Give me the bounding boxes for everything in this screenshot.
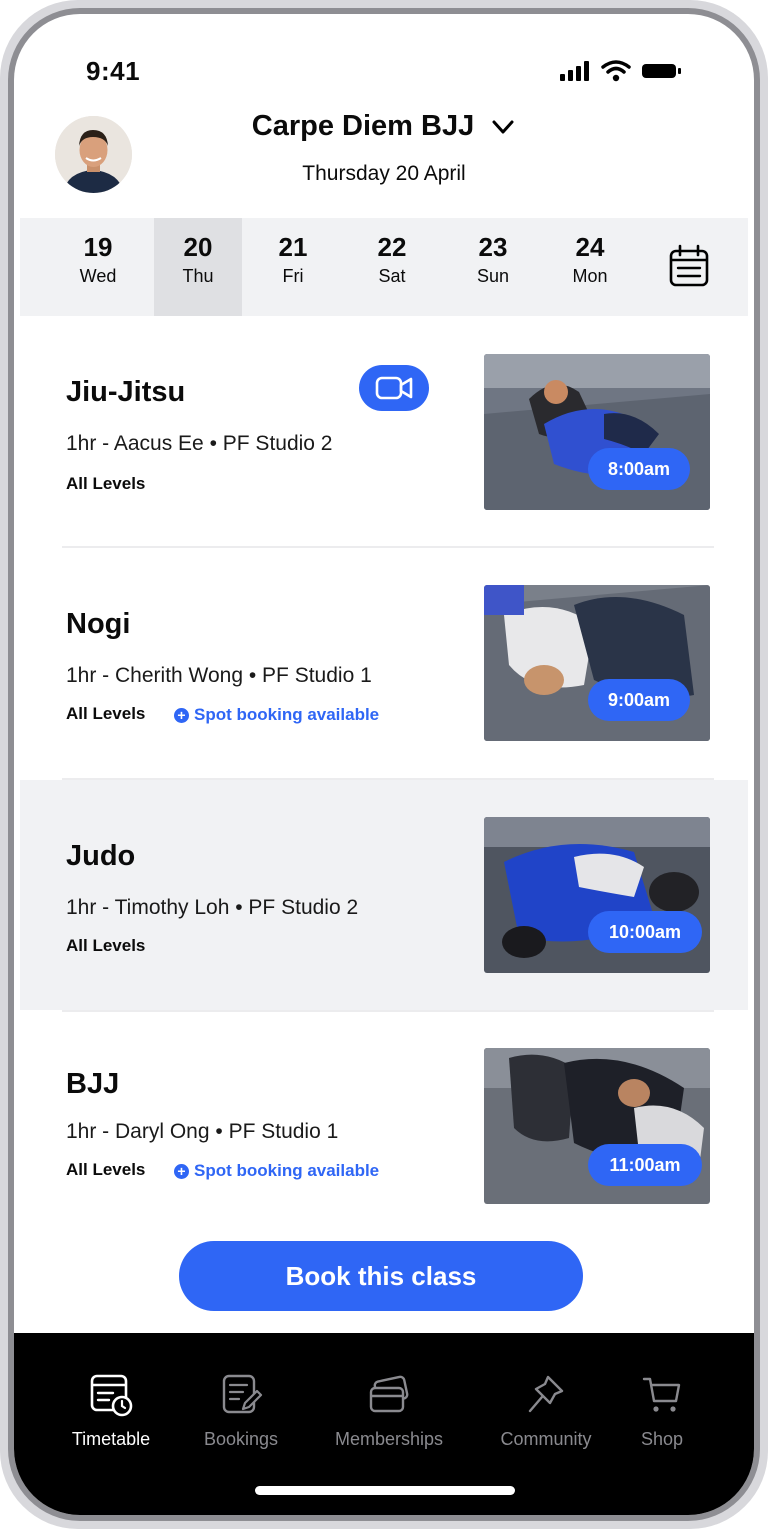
day-23[interactable]: 23 Sun [449,218,537,316]
class-level: All Levels [66,704,146,723]
memberships-icon [369,1375,409,1413]
day-19[interactable]: 19 Wed [54,218,142,316]
plus-circle-icon: + [174,707,189,723]
class-photo: 11:00am [484,1048,710,1204]
class-row-jiu-jitsu[interactable]: Jiu-Jitsu 1hr - Aacus Ee • PF Studio 2 A… [20,316,748,546]
home-indicator[interactable] [255,1486,515,1495]
class-name: Jiu-Jitsu [66,376,186,408]
nav-label: Community [500,1429,592,1449]
battery-icon [642,64,681,78]
day-number: 22 [377,232,407,262]
class-time-pill: 9:00am [588,679,690,721]
date-strip: 19 Wed 20 Thu 21 Fri 22 Sat 23 Sun 24 Mo… [20,218,748,316]
class-row-nogi[interactable]: Nogi 1hr - Cherith Wong • PF Studio 1 Al… [20,548,748,778]
class-time-pill: 10:00am [588,911,702,953]
day-24[interactable]: 24 Mon [546,218,634,316]
wifi-icon [601,60,631,82]
class-name: Judo [66,840,136,872]
class-meta: 1hr - Daryl Ong • PF Studio 1 [66,1120,339,1143]
nav-item-bookings[interactable]: Bookings [200,1373,282,1450]
nav-item-timetable[interactable]: Timetable [70,1373,152,1450]
spot-booking-text: Spot booking available [194,705,380,724]
spot-booking-badge: + Spot booking available [174,705,379,725]
shop-icon [642,1377,681,1412]
class-meta: 1hr - Timothy Loh • PF Studio 2 [66,896,359,919]
status-icons [560,60,684,82]
calendar-icon[interactable] [669,244,709,288]
class-time-pill: 8:00am [588,448,690,490]
class-photo: 10:00am [484,817,710,973]
class-name: BJJ [66,1068,120,1100]
class-name: Nogi [66,608,131,640]
day-number: 19 [83,232,113,262]
nav-item-community[interactable]: Community [498,1373,594,1450]
class-time-pill: 11:00am [588,1144,702,1186]
gym-name: Carpe Diem BJJ [251,110,475,142]
chevron-down-icon [492,120,514,133]
book-class-button[interactable]: Book this class [179,1241,583,1311]
day-weekday: Wed [79,266,117,286]
plus-circle-icon: + [174,1163,189,1179]
spot-booking-text: Spot booking available [194,1161,380,1180]
class-meta: 1hr - Cherith Wong • PF Studio 1 [66,664,372,687]
timetable-icon [90,1374,133,1417]
nav-item-shop[interactable]: Shop [636,1373,688,1450]
day-number: 21 [278,232,308,262]
class-level: All Levels [66,936,146,955]
class-meta: 1hr - Aacus Ee • PF Studio 2 [66,432,333,455]
spot-booking-badge: + Spot booking available [174,1161,379,1181]
class-level: All Levels [66,1160,146,1179]
video-camera-icon [375,376,413,400]
class-photo: 8:00am [484,354,710,510]
day-22[interactable]: 22 Sat [348,218,436,316]
day-weekday: Mon [572,266,608,286]
class-row-judo[interactable]: Judo 1hr - Timothy Loh • PF Studio 2 All… [20,780,748,1010]
nav-label: Memberships [334,1429,444,1449]
day-number: 23 [478,232,508,262]
bottom-nav: Timetable Bookings Memberships Community… [14,1333,754,1515]
nav-label: Timetable [71,1429,151,1449]
class-row-bjj[interactable]: BJJ 1hr - Daryl Ong • PF Studio 1 All Le… [20,1012,748,1232]
day-weekday: Thu [182,266,214,286]
day-number: 20 [183,232,213,262]
bookings-icon [222,1374,263,1414]
day-weekday: Sun [476,266,510,286]
gym-selector[interactable]: Carpe Diem BJJ [14,110,754,143]
community-icon [528,1375,564,1413]
app-screen: 9:41 Carpe Diem BJJ Thursday 20 April 19… [14,14,754,1515]
selected-date: Thursday 20 April [302,162,466,185]
class-photo: 9:00am [484,585,710,741]
video-class-button[interactable] [359,365,429,411]
day-weekday: Fri [282,266,304,286]
nav-label: Shop [640,1429,684,1449]
nav-label: Bookings [203,1429,279,1449]
nav-item-memberships[interactable]: Memberships [334,1373,444,1450]
class-level: All Levels [66,474,146,493]
day-weekday: Sat [378,266,406,286]
signal-icon [560,61,589,81]
status-time: 9:41 [86,56,141,86]
day-20[interactable]: 20 Thu [154,218,242,316]
day-number: 24 [575,232,605,262]
day-21[interactable]: 21 Fri [249,218,337,316]
